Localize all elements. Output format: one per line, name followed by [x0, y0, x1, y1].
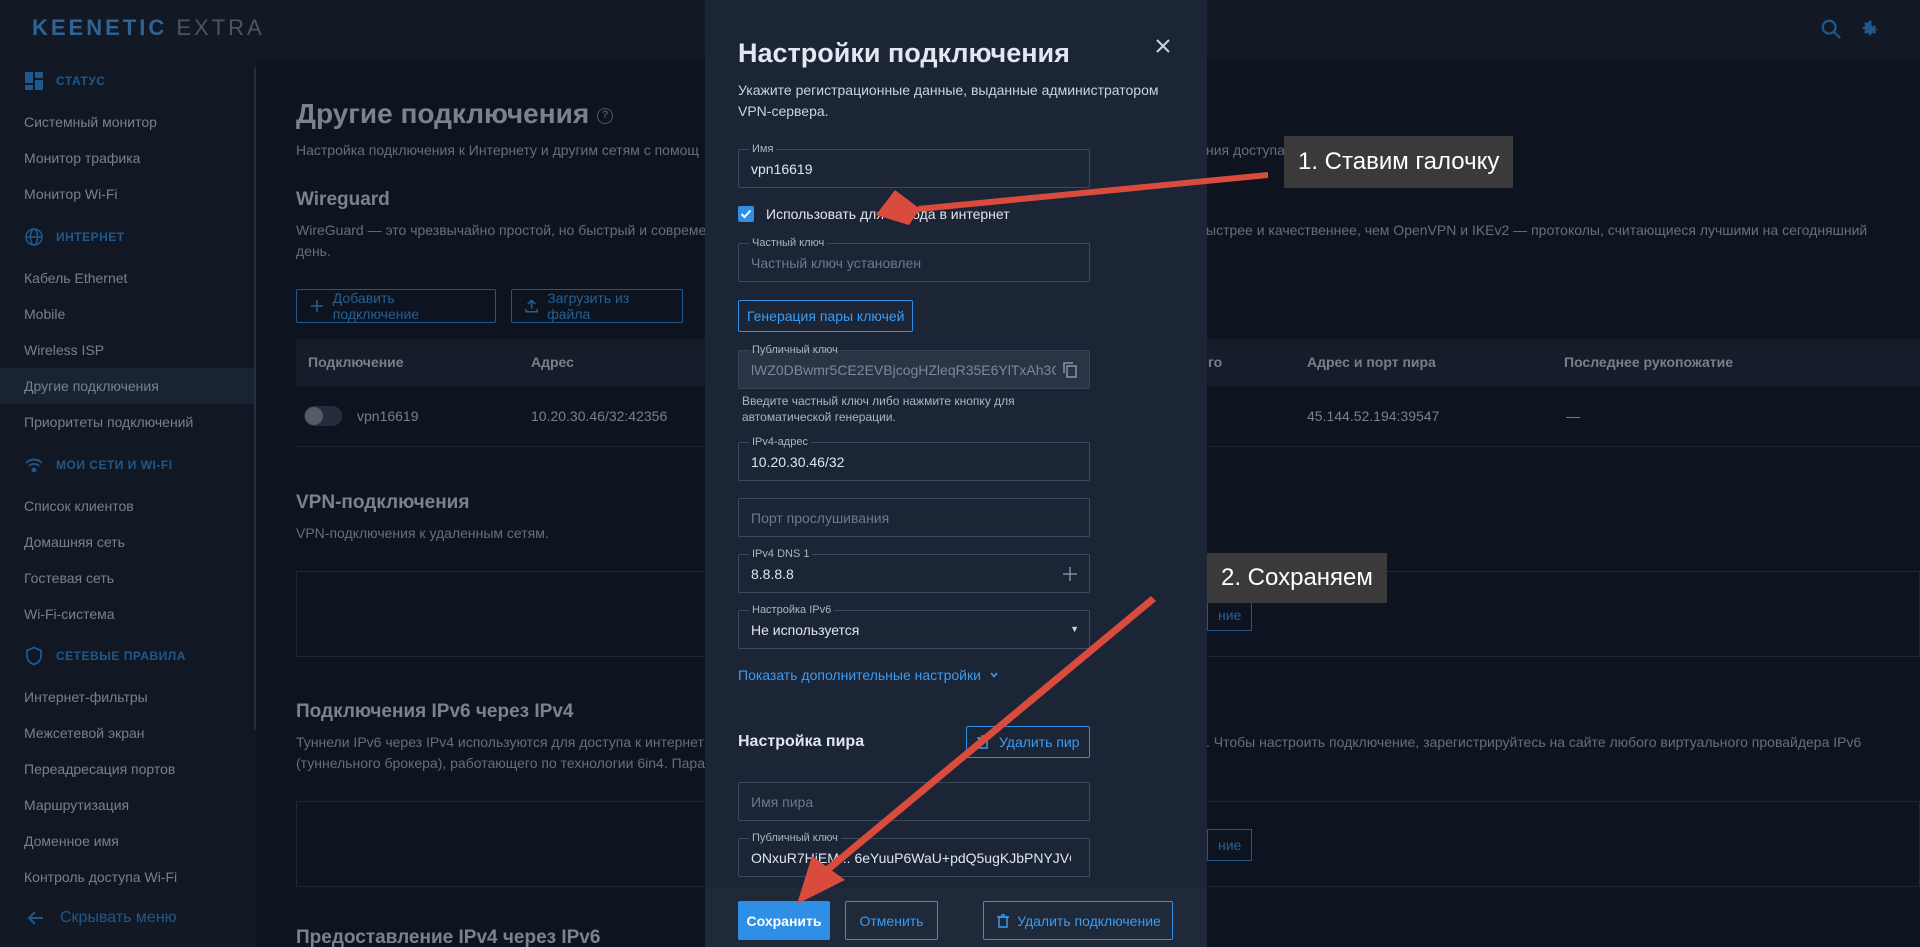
peer-name-field[interactable]: Имя пира	[738, 782, 1090, 821]
peer-public-key-field[interactable]: Публичный ключ ONxuR7HjEM... 6eYuuP6WaU+…	[738, 831, 1090, 877]
dns-value: 8.8.8.8	[751, 566, 794, 582]
public-key-field: Публичный ключ lWZ0DBwmr5CE2EVBjcogHZleq…	[738, 343, 1090, 389]
ipv4-address-field[interactable]: IPv4-адрес 10.20.30.46/32	[738, 435, 1090, 481]
private-key-field[interactable]: Частный ключ Частный ключ установлен	[738, 236, 1090, 282]
ipv6-settings-select[interactable]: Настройка IPv6 Не используется ▼	[738, 603, 1090, 649]
dns-label: IPv4 DNS 1	[749, 547, 813, 561]
peer-name-placeholder: Имя пира	[751, 794, 814, 810]
ipv6-settings-label: Настройка IPv6	[749, 603, 835, 617]
save-button[interactable]: Сохранить	[738, 901, 830, 940]
annotation-step-2: 2. Сохраняем	[1207, 553, 1387, 603]
dialog-title: Настройки подключения	[738, 38, 1070, 68]
ipv6-settings-value: Не используется	[751, 622, 860, 638]
delete-connection-button[interactable]: Удалить подключение	[983, 901, 1173, 940]
trash-icon	[977, 735, 989, 749]
connection-settings-dialog: Настройки подключения Укажите регистраци…	[705, 0, 1207, 947]
annotation-step-1: 1. Ставим галочку	[1284, 136, 1514, 188]
trash-icon	[997, 913, 1010, 928]
use-internet-checkbox[interactable]	[738, 206, 754, 222]
copy-icon[interactable]	[1061, 361, 1079, 379]
listen-port-field[interactable]: Порт прослушивания	[738, 498, 1090, 537]
ipv4-address-label: IPv4-адрес	[749, 435, 811, 449]
listen-port-placeholder: Порт прослушивания	[751, 510, 890, 526]
check-icon	[740, 209, 752, 219]
use-internet-label: Использовать для выхода в интернет	[766, 206, 1010, 222]
dialog-subtitle: Укажите регистрационные данные, выданные…	[738, 82, 1159, 119]
caret-down-icon: ▼	[1070, 624, 1079, 634]
peer-public-key-value: ONxuR7HjEM... 6eYuuP6WaU+pdQ5ugKJbPNYJVO…	[751, 850, 1071, 866]
cancel-button[interactable]: Отменить	[845, 901, 938, 940]
plus-icon[interactable]	[1061, 565, 1079, 583]
use-internet-row[interactable]: Использовать для выхода в интернет	[738, 206, 1010, 222]
peer-public-key-label: Публичный ключ	[749, 831, 841, 845]
name-field[interactable]: Имя vpn16619	[738, 142, 1090, 188]
private-key-label: Частный ключ	[749, 236, 828, 250]
ipv4-address-value: 10.20.30.46/32	[751, 454, 845, 470]
peer-settings-title: Настройка пира	[738, 733, 865, 750]
show-advanced-settings-link[interactable]: Показать дополнительные настройки	[738, 667, 999, 683]
name-field-value: vpn16619	[751, 161, 813, 177]
dns-field[interactable]: IPv4 DNS 1 8.8.8.8	[738, 547, 1090, 593]
close-icon[interactable]	[1152, 35, 1174, 57]
public-key-value: lWZ0DBwmr5CE2EVBjcogHZleqR35E6YlTxAh3Cy	[751, 362, 1056, 378]
generate-keypair-button[interactable]: Генерация пары ключей	[738, 300, 914, 332]
name-field-label: Имя	[749, 142, 777, 156]
delete-peer-button[interactable]: Удалить пир	[966, 726, 1090, 758]
chevron-down-icon	[990, 672, 998, 678]
private-key-placeholder: Частный ключ установлен	[751, 255, 922, 271]
public-key-label: Публичный ключ	[749, 343, 841, 357]
key-hint: Введите частный ключ либо нажмите кнопку…	[742, 394, 1015, 424]
